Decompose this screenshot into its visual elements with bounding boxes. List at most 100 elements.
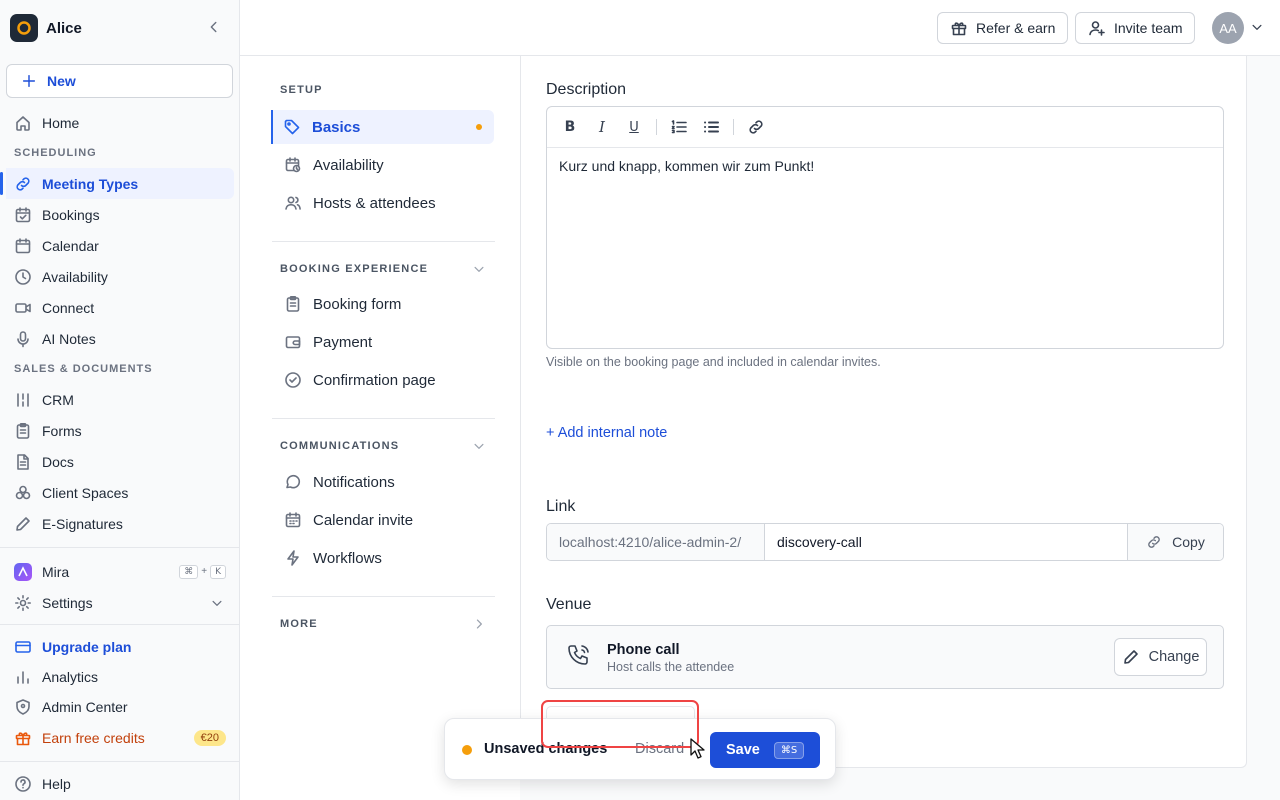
sidebar-item-crm[interactable]: CRM [0,384,234,415]
refer-earn-label: Refer & earn [976,20,1056,36]
chevron-down-icon [474,443,484,449]
subnav-item-payment[interactable]: Payment [272,325,495,359]
sidebar-item-home[interactable]: Home [0,107,234,138]
tag-icon [284,119,300,135]
doc-icon [17,453,29,470]
chevron-down-icon[interactable] [1250,20,1264,34]
sidebar-item-label: AI Notes [42,330,96,347]
user-avatar[interactable]: AA [1212,12,1244,44]
subnav-item-notifications[interactable]: Notifications [272,465,495,499]
sidebar-item-label: Client Spaces [42,484,129,501]
admin-label: Admin Center [42,698,128,715]
save-button[interactable]: Save ⌘S [710,732,820,768]
calendar-clock-icon [285,157,301,173]
sidebar-item-settings[interactable]: Settings [0,587,240,618]
lightning-icon [287,550,299,566]
chevron-down-icon [474,266,484,272]
subnav-divider [272,596,495,597]
sidebar-item-client-spaces[interactable]: Client Spaces [0,477,234,508]
basics-label: Basics [312,118,361,136]
section-booking-title: BOOKING EXPERIENCE [280,263,429,275]
pencil-icon [1123,650,1138,664]
numbered-list-icon[interactable] [669,117,689,137]
sidebar-item-availability[interactable]: Availability [0,261,234,292]
sidebar-item-earn-credits[interactable]: Earn free credits €20 [0,722,240,753]
sidebar-item-bookings[interactable]: Bookings [0,199,234,230]
copy-link-button[interactable]: Copy [1128,524,1223,560]
section-communications[interactable]: COMMUNICATIONS [280,439,486,453]
confirmation-label: Confirmation page [313,371,436,389]
unsaved-indicator [462,745,472,755]
sidebar-bottom: Mira ⌘ + K Settings Upgrade plan Analyti… [0,556,240,799]
booking-form-label: Booking form [313,295,402,313]
help-icon [15,775,31,792]
section-setup: SETUP [280,84,486,96]
sidebar-item-meeting-types[interactable]: Meeting Types [0,168,234,199]
sidebar-item-forms[interactable]: Forms [0,415,234,446]
earn-label: Earn free credits [42,729,145,746]
bullet-list-icon[interactable] [701,117,721,137]
credits-badge: €20 [193,729,226,746]
sidebar-item-analytics[interactable]: Analytics [0,662,240,691]
mira-icon [14,562,32,581]
subnav-item-booking-form[interactable]: Booking form [272,287,495,321]
brand-logo [10,14,38,42]
workspace-switcher[interactable]: Alice [10,14,82,42]
subnav-item-basics[interactable]: Basics [271,110,494,144]
notifications-label: Notifications [313,473,395,491]
sidebar-item-docs[interactable]: Docs [0,446,234,477]
wallet-icon [285,336,301,349]
sidebar-item-label: E-Signatures [42,515,123,532]
sidebar: Alice New Home SCHEDULING Meeting Types Boo… [0,0,240,800]
link-slug-input[interactable]: discovery-call [765,524,1128,560]
subnav-item-availability[interactable]: Availability [272,148,495,182]
sidebar-item-help[interactable]: Help [0,768,240,799]
sidebar-item-mira[interactable]: Mira ⌘ + K [0,556,240,587]
section-more-title: MORE [280,618,318,630]
sidebar-item-admin-center[interactable]: Admin Center [0,691,240,722]
invite-team-button[interactable]: Invite team [1075,12,1196,44]
sidebar-item-connect[interactable]: Connect [0,292,234,323]
new-button[interactable]: New [6,64,233,98]
settings-label: Settings [42,594,93,611]
collapse-sidebar-icon[interactable] [206,19,222,35]
underline-icon[interactable]: U [624,117,644,137]
description-editor[interactable]: B I U Kurz und knapp, kommen wir zum Pun… [546,106,1224,349]
highlight-box [541,700,699,748]
italic-icon[interactable]: I [592,117,612,137]
link-label: Link [546,498,576,515]
link-icon[interactable] [746,117,766,137]
sidebar-item-upgrade-plan[interactable]: Upgrade plan [0,631,240,662]
sidebar-item-e-signatures[interactable]: E-Signatures [0,508,234,539]
gear-icon [15,594,31,611]
subnav-divider [272,418,495,419]
sidebar-item-ai-notes[interactable]: AI Notes [0,323,234,354]
subnav-item-confirmation[interactable]: Confirmation page [272,363,495,397]
link-icon [16,176,30,191]
users-icon [285,196,301,210]
description-text[interactable]: Kurz und knapp, kommen wir zum Punkt! [547,148,1223,184]
subnav-item-workflows[interactable]: Workflows [272,541,495,575]
calendar-invite-label: Calendar invite [313,511,414,529]
sidebar-item-calendar[interactable]: Calendar [0,230,234,261]
bold-icon[interactable]: B [560,117,580,137]
section-booking-experience[interactable]: BOOKING EXPERIENCE [280,262,486,276]
refer-earn-button[interactable]: Refer & earn [937,12,1069,44]
clipboard-icon [16,422,30,439]
description-label: Description [546,81,627,98]
venue-label: Venue [546,596,592,613]
calendar-icon [285,512,301,528]
sidebar-item-label: CRM [42,391,74,408]
invite-team-label: Invite team [1114,20,1183,36]
shortcut-plus: + [201,566,208,577]
sidebar-section-title: SALES & DOCUMENTS [14,363,153,375]
clipboard-icon [286,295,300,312]
venue-card: Phone call Host calls the attendee Chang… [546,625,1224,689]
subnav-item-hosts[interactable]: Hosts & attendees [272,186,495,220]
change-venue-button[interactable]: Change [1114,638,1207,676]
sidebar-item-invoicing[interactable]: Invoicing [0,539,234,548]
sidebar-divider [0,547,240,548]
section-more[interactable]: MORE [280,617,486,631]
subnav-item-calendar-invite[interactable]: Calendar invite [272,503,495,537]
add-internal-note-link[interactable]: + Add internal note [546,425,667,441]
